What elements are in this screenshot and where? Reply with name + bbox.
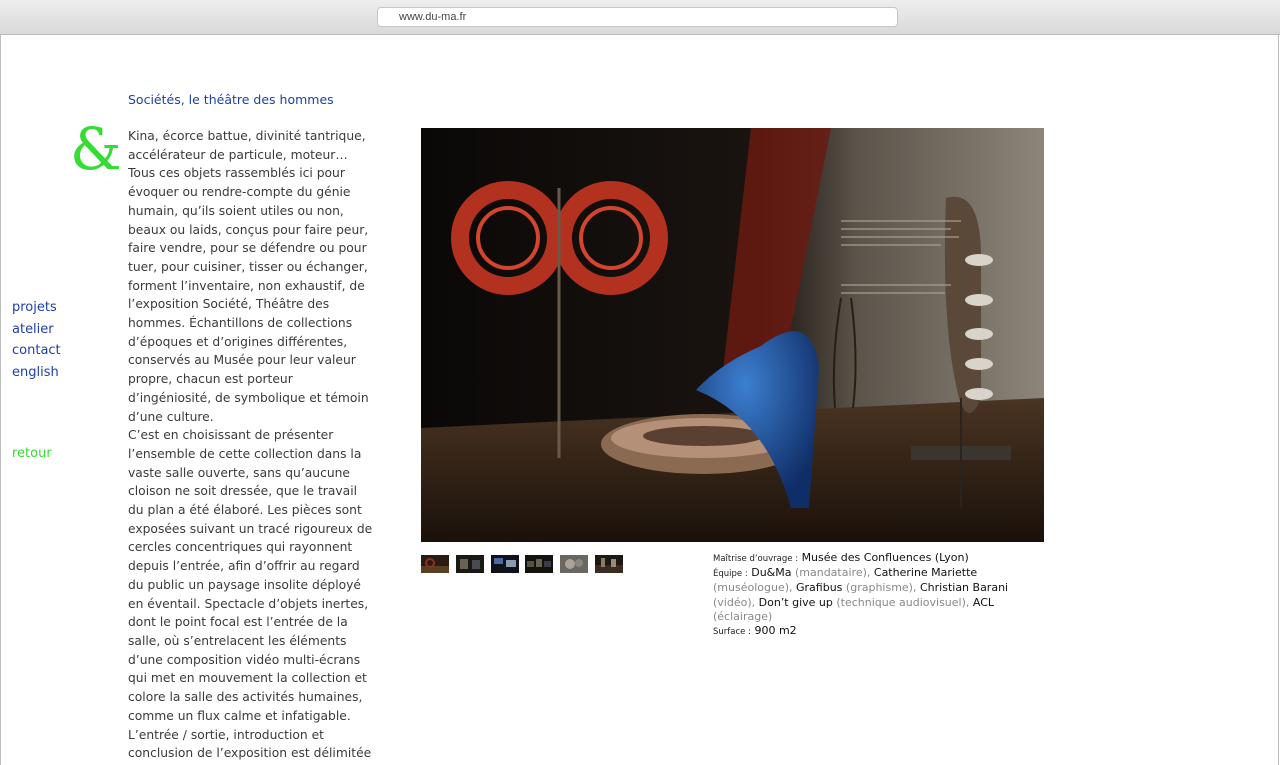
project-main-photo [421, 128, 1044, 542]
nav-item-contact[interactable]: contact [12, 340, 61, 362]
team-separator: , [912, 581, 920, 595]
nav-item-projets[interactable]: projets [12, 297, 61, 319]
team-member-role: (éclairage) [713, 609, 773, 623]
team-member-role: (graphisme) [845, 581, 913, 595]
team-member-role: (technique audiovisuel) [836, 595, 966, 609]
ampersand-logo[interactable]: & [70, 120, 122, 178]
team-member-name: Grafibus [796, 581, 843, 595]
address-bar[interactable]: www.du-ma.fr [377, 7, 898, 27]
main-nav: projets atelier contact english [12, 297, 61, 383]
surface-label: Surface : [713, 627, 751, 638]
credit-surface: Surface : 900 m2 [713, 624, 1033, 639]
team-separator: , [965, 595, 973, 609]
team-separator: , [789, 581, 797, 595]
url-text: www.du-ma.fr [399, 11, 467, 23]
team-separator: , [751, 595, 759, 609]
project-credits: Maîtrise d’ouvrage : Musée des Confluenc… [713, 551, 1033, 639]
back-link[interactable]: retour [12, 446, 52, 461]
credit-client: Maîtrise d’ouvrage : Musée des Confluenc… [713, 551, 1033, 566]
thumbnail-5[interactable] [560, 555, 588, 573]
project-description: Kina, écorce battue, divinité tantrique,… [128, 127, 376, 763]
credit-team: Équipe : Du&Ma (mandataire), Catherine M… [713, 566, 1033, 624]
team-member-name: Don’t give up [758, 595, 833, 609]
team-separator: , [866, 566, 874, 580]
team-member-role: (mandataire) [794, 566, 867, 580]
description-paragraph-1: Kina, écorce battue, divinité tantrique,… [128, 129, 369, 424]
client-label: Maîtrise d’ouvrage : [713, 554, 799, 564]
browser-toolbar: www.du-ma.fr [0, 0, 1280, 35]
team-label: Équipe : [713, 569, 748, 580]
team-member-role: (muséologue) [713, 581, 790, 595]
nav-item-atelier[interactable]: atelier [12, 319, 61, 341]
nav-item-english[interactable]: english [12, 362, 61, 384]
description-paragraph-2: C’est en choisissant de présenter l’ense… [128, 428, 373, 761]
surface-value: 900 m2 [754, 624, 797, 638]
team-member-role: (vidéo) [713, 595, 752, 609]
thumbnail-6[interactable] [595, 555, 623, 573]
thumbnail-4[interactable] [525, 555, 553, 573]
client-value: Musée des Confluences (Lyon) [801, 551, 969, 564]
thumbnail-3[interactable] [491, 555, 519, 573]
project-title: Sociétés, le théâtre des hommes [128, 92, 334, 107]
team-member-name: Christian Barani [919, 581, 1009, 595]
team-member-name: ACL [972, 595, 995, 609]
team-member-name: Du&Ma [751, 566, 792, 580]
team-member-name: Catherine Mariette [873, 566, 978, 580]
thumbnail-2[interactable] [456, 555, 484, 573]
thumbnail-1[interactable] [421, 555, 449, 573]
